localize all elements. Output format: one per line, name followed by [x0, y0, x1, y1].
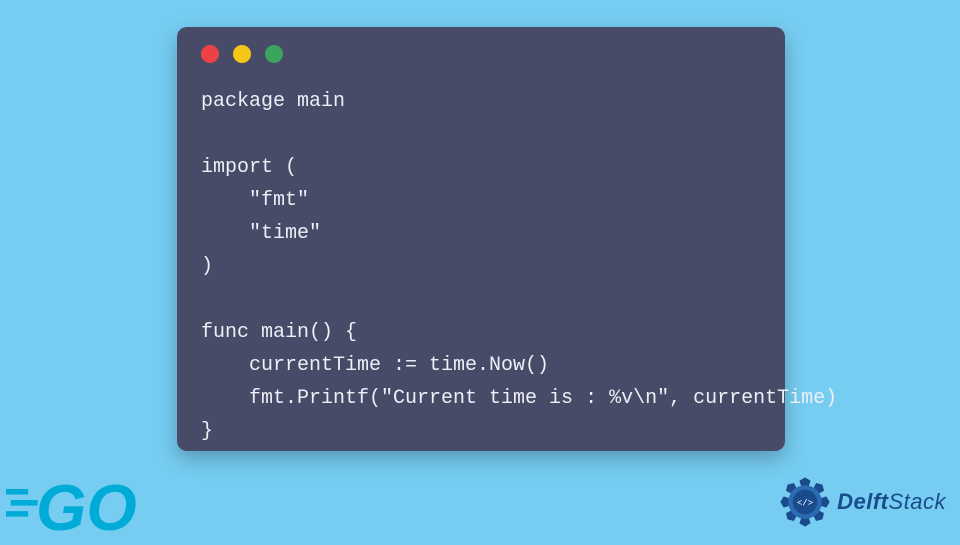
- svg-text:</>: </>: [797, 498, 813, 508]
- delftstack-gear-icon: </>: [777, 474, 833, 530]
- code-line: func main() {: [201, 321, 357, 344]
- code-line: currentTime := time.Now(): [201, 354, 549, 377]
- code-line: import (: [201, 156, 297, 179]
- code-line: }: [201, 420, 213, 443]
- code-line: "fmt": [201, 189, 309, 212]
- svg-text:GO: GO: [36, 471, 137, 540]
- window-controls: [177, 27, 785, 63]
- code-line: "time": [201, 222, 321, 245]
- code-line: package main: [201, 90, 345, 113]
- delftstack-logo: </> DelftStack: [777, 474, 946, 530]
- minimize-icon[interactable]: [233, 45, 251, 63]
- go-logo: GO: [6, 468, 164, 540]
- delft-suffix: Stack: [888, 489, 946, 514]
- code-window: package main import ( "fmt" "time" ) fun…: [177, 27, 785, 451]
- code-line: ): [201, 255, 213, 278]
- delft-prefix: Delft: [837, 489, 888, 514]
- code-block: package main import ( "fmt" "time" ) fun…: [177, 63, 785, 448]
- maximize-icon[interactable]: [265, 45, 283, 63]
- delftstack-text: DelftStack: [837, 489, 946, 515]
- close-icon[interactable]: [201, 45, 219, 63]
- code-line: fmt.Printf("Current time is : %v\n", cur…: [201, 387, 837, 410]
